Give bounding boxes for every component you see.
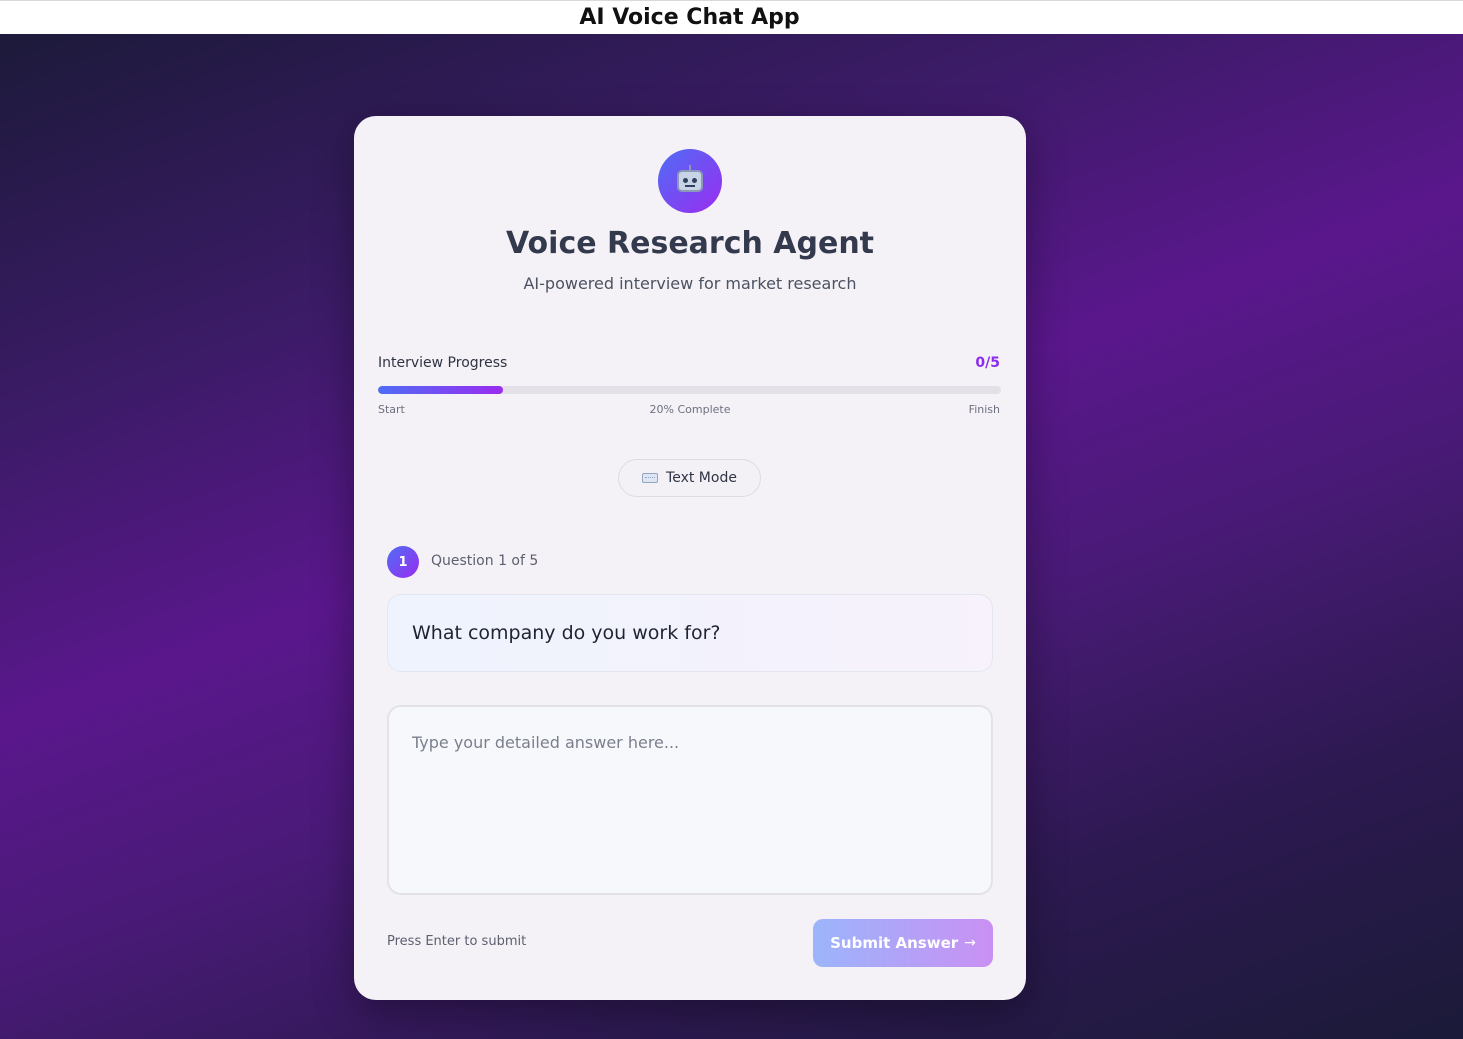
progress-label: Interview Progress bbox=[378, 355, 508, 371]
text-mode-label: Text Mode bbox=[666, 470, 737, 486]
page-title: Voice Research Agent bbox=[505, 226, 875, 261]
keyboard-icon bbox=[642, 473, 659, 483]
arrow-right-icon: → bbox=[964, 935, 976, 951]
window-titlebar: AI Voice Chat App bbox=[0, 0, 1463, 34]
question-text: What company do you work for? bbox=[412, 622, 721, 644]
page-subtitle: AI-powered interview for market research bbox=[523, 274, 857, 293]
progress-percent-label: 20% Complete bbox=[649, 403, 731, 416]
interview-card: Voice Research Agent AI-powered intervie… bbox=[354, 116, 1026, 1000]
progress-bar bbox=[378, 386, 1001, 394]
agent-avatar bbox=[658, 149, 722, 213]
question-counter: Question 1 of 5 bbox=[431, 553, 539, 569]
text-mode-toggle-button[interactable]: Text Mode bbox=[618, 459, 761, 497]
submit-answer-button[interactable]: Submit Answer → bbox=[813, 919, 993, 967]
submit-answer-label: Submit Answer bbox=[830, 934, 959, 952]
progress-count: 0/5 bbox=[975, 355, 1000, 371]
question-box: What company do you work for? bbox=[387, 594, 993, 672]
answer-input[interactable] bbox=[387, 705, 993, 895]
submit-hint: Press Enter to submit bbox=[387, 934, 527, 949]
robot-icon bbox=[677, 165, 703, 192]
progress-bar-fill bbox=[378, 386, 503, 394]
progress-finish-label: Finish bbox=[968, 403, 1000, 416]
window-title: AI Voice Chat App bbox=[579, 5, 800, 30]
question-number-badge: 1 bbox=[387, 546, 419, 578]
